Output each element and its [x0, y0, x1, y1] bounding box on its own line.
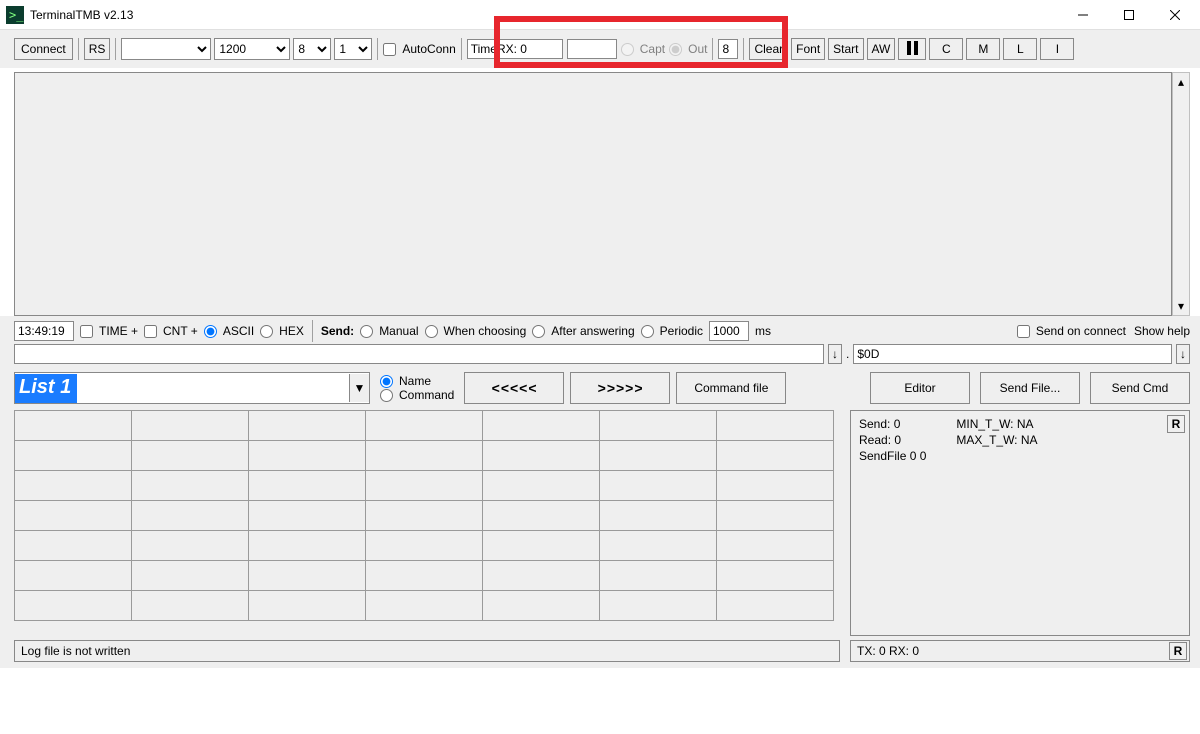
c-button[interactable]: C	[929, 38, 963, 60]
list-row: List 1 ▼ Name Command <<<<< >>>>> Comman…	[0, 368, 1200, 408]
rs-button[interactable]: RS	[84, 38, 111, 60]
pause-button[interactable]	[898, 38, 926, 60]
stat-min-tw: MIN_T_W: NA	[956, 417, 1037, 431]
pause-icon	[907, 41, 918, 55]
stat-send: Send: 0	[859, 417, 926, 431]
period-field[interactable]	[709, 321, 749, 341]
maximize-button[interactable]	[1106, 0, 1152, 30]
rx-panel: ▴ ▾	[14, 72, 1190, 316]
command-input[interactable]	[14, 344, 824, 364]
rx-textarea[interactable]	[14, 72, 1172, 316]
prev-button[interactable]: <<<<<	[464, 372, 564, 404]
show-help-link[interactable]: Show help	[1134, 324, 1190, 338]
databits-select[interactable]: 8	[293, 38, 331, 60]
stats-panel: R Send: 0 Read: 0 SendFile 0 0 MIN_T_W: …	[850, 410, 1190, 636]
stats-reset-button[interactable]: R	[1167, 415, 1185, 433]
command-grid[interactable]	[14, 410, 840, 636]
status-log-text: Log file is not written	[21, 644, 130, 658]
time-plus-checkbox[interactable]: TIME +	[80, 324, 138, 338]
stopbits-select[interactable]: 1	[334, 38, 372, 60]
status-reset-button[interactable]: R	[1169, 642, 1187, 660]
lower-area: R Send: 0 Read: 0 SendFile 0 0 MIN_T_W: …	[0, 408, 1200, 640]
connect-button[interactable]: Connect	[14, 38, 73, 60]
scroll-up-icon[interactable]: ▴	[1173, 73, 1189, 91]
stat-sendfile: SendFile 0 0	[859, 449, 926, 463]
baud-select[interactable]: 1200	[214, 38, 290, 60]
capt-radio[interactable]: Capt	[621, 42, 665, 56]
status-txrx-text: TX: 0 RX: 0	[857, 644, 919, 658]
next-button[interactable]: >>>>>	[570, 372, 670, 404]
when-choosing-radio[interactable]: When choosing	[425, 324, 527, 338]
send-cmd-button[interactable]: Send Cmd	[1090, 372, 1190, 404]
minimize-button[interactable]	[1060, 0, 1106, 30]
close-button[interactable]	[1152, 0, 1198, 30]
command-row: ↓ . ↓	[0, 344, 1200, 368]
command-radio[interactable]: Command	[380, 388, 454, 402]
clear-button[interactable]: Clear	[749, 38, 788, 60]
status-log-pane: Log file is not written	[14, 640, 840, 662]
top-toolbar: Connect RS 1200 8 1 AutoConn Capt Out Cl…	[0, 30, 1200, 68]
period-unit: ms	[755, 324, 771, 338]
l-button[interactable]: L	[1003, 38, 1037, 60]
list-label: List 1	[15, 374, 77, 403]
app-icon: >_	[6, 6, 24, 24]
rx-scrollbar[interactable]: ▴ ▾	[1172, 72, 1190, 316]
name-radio[interactable]: Name	[380, 374, 454, 388]
options-row: TIME + CNT + ASCII HEX Send: Manual When…	[0, 316, 1200, 344]
timerx-label-field[interactable]	[467, 39, 563, 59]
command-history-dropdown[interactable]: ↓	[828, 344, 842, 364]
after-answering-radio[interactable]: After answering	[532, 324, 634, 338]
start-button[interactable]: Start	[828, 38, 863, 60]
periodic-radio[interactable]: Periodic	[641, 324, 703, 338]
ascii-radio[interactable]: ASCII	[204, 324, 254, 338]
editor-button[interactable]: Editor	[870, 372, 970, 404]
chevron-down-icon[interactable]: ▼	[349, 374, 369, 402]
out-count-field[interactable]	[718, 39, 738, 59]
send-label: Send:	[321, 324, 354, 338]
send-file-button[interactable]: Send File...	[980, 372, 1080, 404]
clock-field[interactable]	[14, 321, 74, 341]
command-file-button[interactable]: Command file	[676, 372, 786, 404]
list-select[interactable]: List 1 ▼	[14, 372, 370, 404]
svg-text:>_: >_	[9, 8, 24, 22]
manual-radio[interactable]: Manual	[360, 324, 418, 338]
scroll-down-icon[interactable]: ▾	[1173, 297, 1189, 315]
hex-radio[interactable]: HEX	[260, 324, 304, 338]
m-button[interactable]: M	[966, 38, 1000, 60]
cnt-plus-checkbox[interactable]: CNT +	[144, 324, 198, 338]
out-radio[interactable]: Out	[669, 42, 707, 56]
port-select[interactable]	[121, 38, 211, 60]
window-title: TerminalTMB v2.13	[30, 8, 133, 22]
aw-button[interactable]: AW	[867, 38, 896, 60]
autoconn-checkbox[interactable]: AutoConn	[383, 42, 455, 56]
stat-read: Read: 0	[859, 433, 926, 447]
i-button[interactable]: I	[1040, 38, 1074, 60]
status-txrx-pane: TX: 0 RX: 0 R	[850, 640, 1190, 662]
send-on-connect-checkbox[interactable]: Send on connect	[1017, 324, 1126, 338]
stat-max-tw: MAX_T_W: NA	[956, 433, 1037, 447]
status-bar: Log file is not written TX: 0 RX: 0 R	[0, 640, 1200, 668]
timerx-value-field[interactable]	[567, 39, 617, 59]
terminator-input[interactable]	[853, 344, 1172, 364]
titlebar: >_ TerminalTMB v2.13	[0, 0, 1200, 30]
font-button[interactable]: Font	[791, 38, 825, 60]
dot-label: .	[846, 347, 849, 361]
terminator-dropdown[interactable]: ↓	[1176, 344, 1190, 364]
